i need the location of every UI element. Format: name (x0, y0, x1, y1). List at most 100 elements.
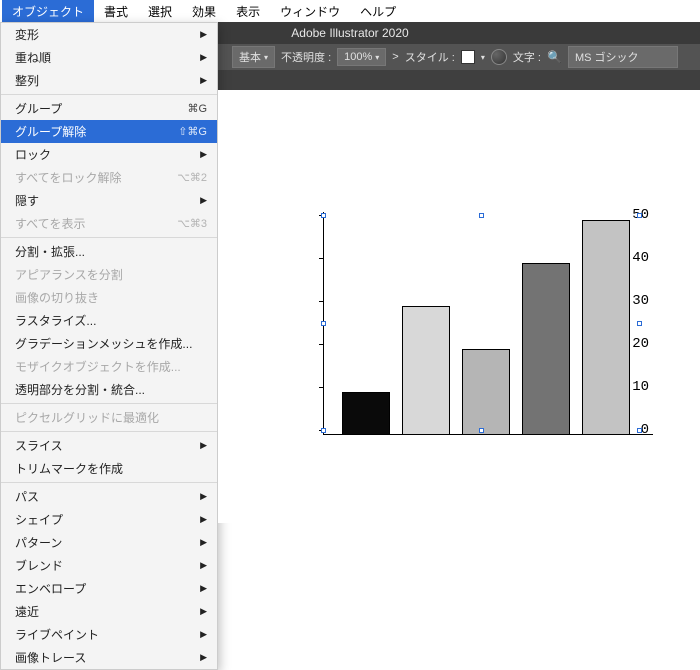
globe-icon[interactable] (491, 49, 507, 65)
menu-選択[interactable]: 選択 (138, 0, 182, 23)
menu-item-label: 画像の切り抜き (15, 289, 99, 306)
menu-item-トリムマークを作成[interactable]: トリムマークを作成 (1, 457, 217, 480)
selection-handle[interactable] (479, 428, 484, 433)
shortcut: ⌥⌘2 (177, 171, 207, 184)
menu-item-パス[interactable]: パス (1, 485, 217, 508)
menu-item-label: 整列 (15, 72, 39, 89)
selection-handle[interactable] (637, 321, 642, 326)
plot-area (324, 215, 653, 435)
style-label: スタイル : (405, 49, 455, 65)
menu-item-label: シェイプ (15, 511, 63, 528)
menubar: オブジェクト書式選択効果表示ウィンドウヘルプ (0, 0, 700, 22)
menu-item-label: アピアランスを分割 (15, 266, 123, 283)
bar-1[interactable] (342, 392, 390, 435)
style-swatch[interactable] (461, 50, 475, 64)
menu-item-すべてをロック解除: すべてをロック解除 ⌥⌘2 (1, 166, 217, 189)
chevron-down-icon: ▾ (481, 53, 485, 62)
menu-item-すべてを表示: すべてを表示 ⌥⌘3 (1, 212, 217, 235)
menu-オブジェクト[interactable]: オブジェクト (2, 0, 94, 23)
bar-chart[interactable]: 01020304050 (293, 215, 653, 440)
menu-item-グループ解除[interactable]: グループ解除 ⇧⌘G (1, 120, 217, 143)
menu-item-パターン[interactable]: パターン (1, 531, 217, 554)
separator (1, 431, 217, 432)
separator (1, 482, 217, 483)
menu-item-label: 変形 (15, 26, 39, 43)
basic-label: 基本 (239, 49, 261, 65)
menu-ヘルプ[interactable]: ヘルプ (350, 0, 406, 23)
bar-2[interactable] (402, 306, 450, 435)
menu-効果[interactable]: 効果 (182, 0, 226, 23)
menu-item-label: パス (15, 488, 39, 505)
menu-item-label: ロック (15, 146, 51, 163)
stroke-basic-dropdown[interactable]: 基本 ▾ (232, 46, 275, 68)
object-menu-dropdown: 変形重ね順整列グループ⌘Gグループ解除⇧⌘Gロックすべてをロック解除⌥⌘2隠すす… (0, 22, 218, 670)
menu-item-label: ライブペイント (15, 626, 99, 643)
menu-item-label: グループ (15, 100, 62, 117)
menu-item-label: 重ね順 (15, 49, 51, 66)
selection-handle[interactable] (321, 213, 326, 218)
separator (1, 403, 217, 404)
menu-item-ロック[interactable]: ロック (1, 143, 217, 166)
font-value: MS ゴシック (575, 49, 639, 65)
selection-handle[interactable] (637, 213, 642, 218)
menu-item-グラデーションメッシュを作成...[interactable]: グラデーションメッシュを作成... (1, 332, 217, 355)
shortcut: ⌥⌘3 (177, 217, 207, 230)
menu-item-ピクセルグリッドに最適化: ピクセルグリッドに最適化 (1, 406, 217, 429)
menu-item-label: ラスタライズ... (15, 312, 96, 329)
menu-item-遠近[interactable]: 遠近 (1, 600, 217, 623)
search-icon: 🔍 (547, 50, 562, 64)
menu-item-シェイプ[interactable]: シェイプ (1, 508, 217, 531)
menu-item-エンベロープ[interactable]: エンベロープ (1, 577, 217, 600)
canvas-area[interactable]: 01020304050 (218, 90, 700, 523)
menu-item-ラスタライズ...[interactable]: ラスタライズ... (1, 309, 217, 332)
bar-3[interactable] (462, 349, 510, 435)
menu-item-ライブペイント[interactable]: ライブペイント (1, 623, 217, 646)
menu-item-label: すべてを表示 (15, 215, 85, 232)
menu-item-label: トリムマークを作成 (15, 460, 123, 477)
menu-item-整列[interactable]: 整列 (1, 69, 217, 92)
opacity-value: 100% (344, 51, 372, 63)
selection-handle[interactable] (321, 321, 326, 326)
menu-表示[interactable]: 表示 (226, 0, 270, 23)
menu-item-透明部分を分割・統合...[interactable]: 透明部分を分割・統合... (1, 378, 217, 401)
menu-item-label: ブレンド (15, 557, 63, 574)
bar-5[interactable] (582, 220, 630, 435)
menu-item-label: 画像トレース (15, 649, 86, 666)
shortcut: ⌘G (187, 102, 207, 115)
menu-ウィンドウ[interactable]: ウィンドウ (270, 0, 350, 23)
menu-item-label: パターン (15, 534, 62, 551)
separator (1, 237, 217, 238)
shortcut: ⇧⌘G (178, 125, 207, 138)
selection-handle[interactable] (321, 428, 326, 433)
menu-item-label: スライス (15, 437, 63, 454)
menu-item-隠す[interactable]: 隠す (1, 189, 217, 212)
menu-item-スライス[interactable]: スライス (1, 434, 217, 457)
menu-item-label: 透明部分を分割・統合... (15, 381, 145, 398)
menu-item-重ね順[interactable]: 重ね順 (1, 46, 217, 69)
selection-handle[interactable] (479, 213, 484, 218)
menu-item-画像トレース[interactable]: 画像トレース (1, 646, 217, 669)
menu-item-label: エンベロープ (15, 580, 86, 597)
selection-handle[interactable] (637, 428, 642, 433)
menu-item-分割・拡張...[interactable]: 分割・拡張... (1, 240, 217, 263)
menu-item-モザイクオブジェクトを作成...: モザイクオブジェクトを作成... (1, 355, 217, 378)
menu-item-label: すべてをロック解除 (15, 169, 121, 186)
separator (1, 94, 217, 95)
text-label: 文字 : (513, 49, 541, 65)
menu-item-変形[interactable]: 変形 (1, 23, 217, 46)
menu-item-label: 遠近 (15, 603, 39, 620)
menu-item-label: ピクセルグリッドに最適化 (15, 409, 159, 426)
menu-item-ブレンド[interactable]: ブレンド (1, 554, 217, 577)
opacity-input[interactable]: 100% ▾ (337, 48, 386, 66)
chevron-down-icon: ▾ (375, 53, 379, 62)
bar-4[interactable] (522, 263, 570, 435)
menu-書式[interactable]: 書式 (94, 0, 138, 23)
menu-item-label: グループ解除 (15, 123, 86, 140)
menu-item-グループ[interactable]: グループ ⌘G (1, 97, 217, 120)
menu-item-label: 分割・拡張... (15, 243, 85, 260)
menu-item-画像の切り抜き: 画像の切り抜き (1, 286, 217, 309)
menu-item-label: グラデーションメッシュを作成... (15, 335, 192, 352)
menu-item-label: 隠す (15, 192, 39, 209)
font-dropdown[interactable]: MS ゴシック (568, 46, 678, 68)
opacity-label: 不透明度 : (281, 49, 331, 65)
